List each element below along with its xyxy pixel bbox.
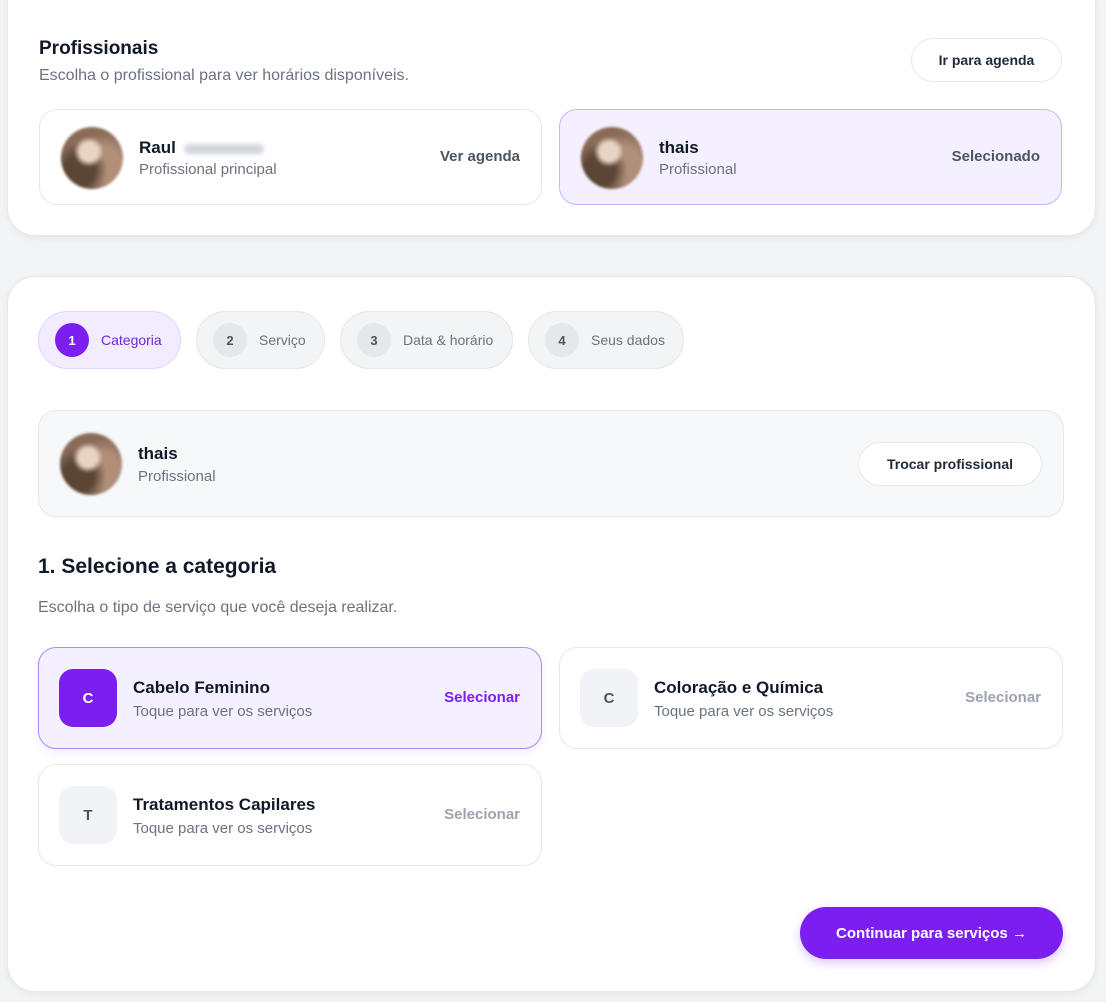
category-section-title: 1. Selecione a categoria xyxy=(38,555,277,578)
current-professional: thais Profissional Trocar profissional xyxy=(38,410,1064,517)
professionals-subtitle: Escolha o profissional para ver horários… xyxy=(39,67,409,84)
select-category-button[interactable]: Selecionar xyxy=(444,689,520,706)
professionals-title: Profissionais xyxy=(39,38,159,59)
select-category-button[interactable]: Selecionar xyxy=(444,806,520,823)
category-initial-icon: T xyxy=(59,786,117,844)
step-label: Categoria xyxy=(101,332,162,348)
category-name: Tratamentos Capilares xyxy=(133,795,316,814)
step-label: Serviço xyxy=(259,332,306,348)
continue-to-services-button[interactable]: Continuar para serviços → xyxy=(800,907,1063,959)
step-label: Seus dados xyxy=(591,332,665,348)
step-service[interactable]: 2 Serviço xyxy=(196,311,325,369)
step-number: 2 xyxy=(213,323,247,357)
category-card-coloracao-quimica[interactable]: C Coloração e Química Toque para ver os … xyxy=(559,647,1063,749)
select-category-button[interactable]: Selecionar xyxy=(965,689,1041,706)
avatar xyxy=(61,127,123,189)
professional-role: Profissional xyxy=(659,161,737,178)
step-your-data[interactable]: 4 Seus dados xyxy=(528,311,684,369)
redacted-surname xyxy=(183,143,264,154)
category-hint: Toque para ver os serviços xyxy=(133,703,313,720)
category-name: Cabelo Feminino xyxy=(133,678,270,697)
professional-card-thais[interactable]: thais Profissional Selecionado xyxy=(559,109,1062,205)
category-hint: Toque para ver os serviços xyxy=(654,703,834,720)
current-professional-name: thais xyxy=(138,444,178,463)
current-professional-role: Profissional xyxy=(138,468,216,485)
professional-card-raul[interactable]: Raul Profissional principal Ver agenda xyxy=(39,109,542,205)
avatar xyxy=(581,127,643,189)
category-initial-icon: C xyxy=(59,669,117,727)
step-number: 1 xyxy=(55,323,89,357)
step-label: Data & horário xyxy=(403,332,494,348)
category-card-tratamentos-capilares[interactable]: T Tratamentos Capilares Toque para ver o… xyxy=(38,764,542,866)
booking-panel: 1 Categoria 2 Serviço 3 Data & horário 4… xyxy=(7,276,1096,992)
category-section-subtitle: Escolha o tipo de serviço que você desej… xyxy=(38,599,398,616)
step-number: 3 xyxy=(357,323,391,357)
category-initial-icon: C xyxy=(580,669,638,727)
category-card-cabelo-feminino[interactable]: C Cabelo Feminino Toque para ver os serv… xyxy=(38,647,542,749)
step-number: 4 xyxy=(545,323,579,357)
professional-name: Raul xyxy=(139,138,176,157)
selected-status: Selecionado xyxy=(951,148,1040,165)
step-category[interactable]: 1 Categoria xyxy=(38,311,181,369)
professionals-panel: Profissionais Escolha o profissional par… xyxy=(7,0,1096,236)
change-professional-button[interactable]: Trocar profissional xyxy=(858,442,1042,486)
avatar xyxy=(60,433,122,495)
go-to-agenda-button[interactable]: Ir para agenda xyxy=(911,38,1062,82)
step-date-time[interactable]: 3 Data & horário xyxy=(340,311,513,369)
view-agenda-link[interactable]: Ver agenda xyxy=(440,148,520,165)
category-name: Coloração e Química xyxy=(654,678,824,697)
professional-name: thais xyxy=(659,138,699,157)
category-hint: Toque para ver os serviços xyxy=(133,820,313,837)
professional-role: Profissional principal xyxy=(139,161,277,178)
